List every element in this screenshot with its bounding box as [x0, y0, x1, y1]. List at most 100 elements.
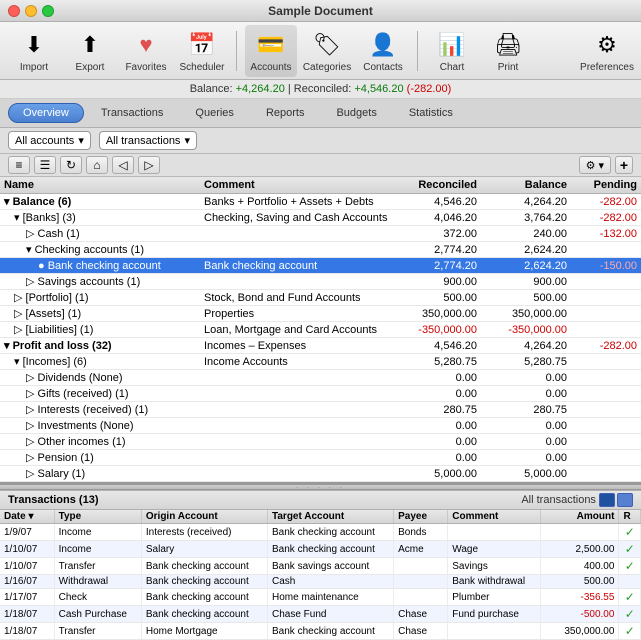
toolbar-export-label: Export — [76, 62, 105, 73]
header-name[interactable]: Name — [0, 178, 200, 192]
tree-view-button[interactable]: ☰ — [34, 156, 56, 174]
header-comment[interactable]: Comment — [200, 178, 391, 192]
tab-queries[interactable]: Queries — [180, 103, 249, 123]
account-row-dividends[interactable]: ▷ Dividends (None) 0.00 0.00 — [0, 370, 641, 386]
transaction-row[interactable]: 1/9/07 Income Interests (received) Bank … — [0, 524, 641, 541]
close-button[interactable] — [8, 5, 20, 17]
account-row-incomes[interactable]: ▾ [Incomes] (6) Income Accounts 5,280.75… — [0, 354, 641, 370]
header-balance[interactable]: Balance — [481, 178, 571, 192]
account-row-profit-loss[interactable]: ▾ Profit and loss (32) Incomes – Expense… — [0, 338, 641, 354]
toolbar-contacts[interactable]: 👤 Contacts — [357, 25, 409, 77]
account-row-pension[interactable]: ▷ Pension (1) 0.00 0.00 — [0, 450, 641, 466]
tx-date: 1/9/07 — [0, 524, 54, 541]
tx-payee — [394, 558, 448, 575]
toolbar-export[interactable]: ⬆ Export — [64, 25, 116, 77]
account-reconciled: 4,546.20 — [391, 340, 481, 352]
th-amount[interactable]: Amount — [540, 510, 619, 524]
account-row-assets[interactable]: ▷ [Assets] (1) Properties 350,000.00 350… — [0, 306, 641, 322]
th-origin[interactable]: Origin Account — [141, 510, 267, 524]
toolbar-print[interactable]: 🖨 Print — [482, 25, 534, 77]
transaction-row[interactable]: 1/17/07 Check Bank checking account Home… — [0, 589, 641, 606]
account-pending: -282.00 — [571, 196, 641, 208]
account-row-liabilities[interactable]: ▷ [Liabilities] (1) Loan, Mortgage and C… — [0, 322, 641, 338]
tab-reports[interactable]: Reports — [251, 103, 320, 123]
toolbar: ⬇ Import ⬆ Export ♥ Favorites 📅 Schedule… — [0, 22, 641, 80]
maximize-button[interactable] — [42, 5, 54, 17]
account-balance: 350,000.00 — [481, 308, 571, 320]
th-payee[interactable]: Payee — [394, 510, 448, 524]
tx-target: Cash — [268, 575, 394, 589]
minimize-button[interactable] — [25, 5, 37, 17]
account-filter[interactable]: All accounts ▾ — [8, 131, 91, 150]
tab-transactions[interactable]: Transactions — [86, 103, 179, 123]
reconciled-separator: | Reconciled: — [288, 83, 354, 95]
account-row-bank-checking[interactable]: ● Bank checking account Bank checking ac… — [0, 258, 641, 274]
window-controls[interactable] — [8, 5, 54, 17]
toolbar-categories-label: Categories — [303, 62, 351, 73]
account-row-checking[interactable]: ▾ Checking accounts (1) 2,774.20 2,624.2… — [0, 242, 641, 258]
list-view-button[interactable]: ≡ — [8, 156, 30, 174]
balance-label: Balance: — [190, 83, 236, 95]
account-balance: 0.00 — [481, 372, 571, 384]
home-button[interactable]: ⌂ — [86, 156, 108, 174]
refresh-button[interactable]: ↻ — [60, 156, 82, 174]
tab-budgets[interactable]: Budgets — [321, 103, 391, 123]
transaction-row[interactable]: 1/18/07 Transfer Home Mortgage Bank chec… — [0, 623, 641, 640]
account-row-salary[interactable]: ▷ Salary (1) 5,000.00 5,000.00 — [0, 466, 641, 482]
toolbar-accounts[interactable]: 💳 Accounts — [245, 25, 297, 77]
tab-overview[interactable]: Overview — [8, 103, 84, 123]
tx-date: 1/17/07 — [0, 589, 54, 606]
header-pending[interactable]: Pending — [571, 178, 641, 192]
toolbar-categories[interactable]: 🏷 Categories — [301, 25, 353, 77]
tab-statistics[interactable]: Statistics — [394, 103, 468, 123]
account-row-balance[interactable]: ▾ Balance (6) Banks + Portfolio + Assets… — [0, 194, 641, 210]
account-balance: 500.00 — [481, 292, 571, 304]
tx-amount — [540, 524, 619, 541]
account-comment: Checking, Saving and Cash Accounts — [200, 212, 391, 224]
tx-amount: -356.55 — [540, 589, 619, 606]
account-name: ▷ Savings accounts (1) — [0, 275, 200, 288]
tx-payee: Chase — [394, 623, 448, 640]
chart-icon: 📊 — [436, 29, 468, 61]
tx-amount: 400.00 — [540, 558, 619, 575]
action-menu-arrow: ▾ — [598, 159, 604, 172]
tx-origin: Home Mortgage — [141, 623, 267, 640]
header-reconciled[interactable]: Reconciled — [391, 178, 481, 192]
add-button[interactable]: + — [615, 156, 633, 174]
forward-button[interactable]: ▷ — [138, 156, 160, 174]
transaction-row[interactable]: 1/10/07 Income Salary Bank checking acco… — [0, 541, 641, 558]
account-row-other-incomes[interactable]: ▷ Other incomes (1) 0.00 0.00 — [0, 434, 641, 450]
action-menu-button[interactable]: ⚙ ▾ — [579, 156, 611, 174]
account-row-gifts[interactable]: ▷ Gifts (received) (1) 0.00 0.00 — [0, 386, 641, 402]
tx-target: Chase Fund — [268, 606, 394, 623]
account-row-cash[interactable]: ▷ Cash (1) 372.00 240.00 -132.00 — [0, 226, 641, 242]
account-row-interests[interactable]: ▷ Interests (received) (1) 280.75 280.75 — [0, 402, 641, 418]
transactions-table-wrapper: Date ▾ Type Origin Account Target Accoun… — [0, 510, 641, 640]
th-comment[interactable]: Comment — [448, 510, 540, 524]
th-date[interactable]: Date ▾ — [0, 510, 54, 524]
account-row-investments[interactable]: ▷ Investments (None) 0.00 0.00 — [0, 418, 641, 434]
toolbar-preferences[interactable]: ⚙ Preferences — [581, 25, 633, 77]
toolbar-favorites[interactable]: ♥ Favorites — [120, 25, 172, 77]
toolbar-import[interactable]: ⬇ Import — [8, 25, 60, 77]
th-r[interactable]: R — [619, 510, 641, 524]
transaction-row[interactable]: 1/10/07 Transfer Bank checking account B… — [0, 558, 641, 575]
th-type[interactable]: Type — [54, 510, 141, 524]
account-row-banks[interactable]: ▾ [Banks] (3) Checking, Saving and Cash … — [0, 210, 641, 226]
toolbar-scheduler[interactable]: 📅 Scheduler — [176, 25, 228, 77]
account-name: ▷ [Assets] (1) — [0, 307, 200, 320]
account-reconciled: 350,000.00 — [391, 308, 481, 320]
th-target[interactable]: Target Account — [268, 510, 394, 524]
toolbar-chart[interactable]: 📊 Chart — [426, 25, 478, 77]
back-button[interactable]: ◁ — [112, 156, 134, 174]
account-name: ▾ [Incomes] (6) — [0, 355, 200, 368]
transaction-row[interactable]: 1/16/07 Withdrawal Bank checking account… — [0, 575, 641, 589]
transaction-row[interactable]: 1/18/07 Cash Purchase Bank checking acco… — [0, 606, 641, 623]
transaction-filter[interactable]: All transactions ▾ — [99, 131, 197, 150]
view-btn-list[interactable] — [599, 493, 615, 507]
tx-date: 1/10/07 — [0, 541, 54, 558]
account-row-savings[interactable]: ▷ Savings accounts (1) 900.00 900.00 — [0, 274, 641, 290]
account-balance: 0.00 — [481, 452, 571, 464]
view-btn-split[interactable] — [617, 493, 633, 507]
account-row-portfolio[interactable]: ▷ [Portfolio] (1) Stock, Bond and Fund A… — [0, 290, 641, 306]
